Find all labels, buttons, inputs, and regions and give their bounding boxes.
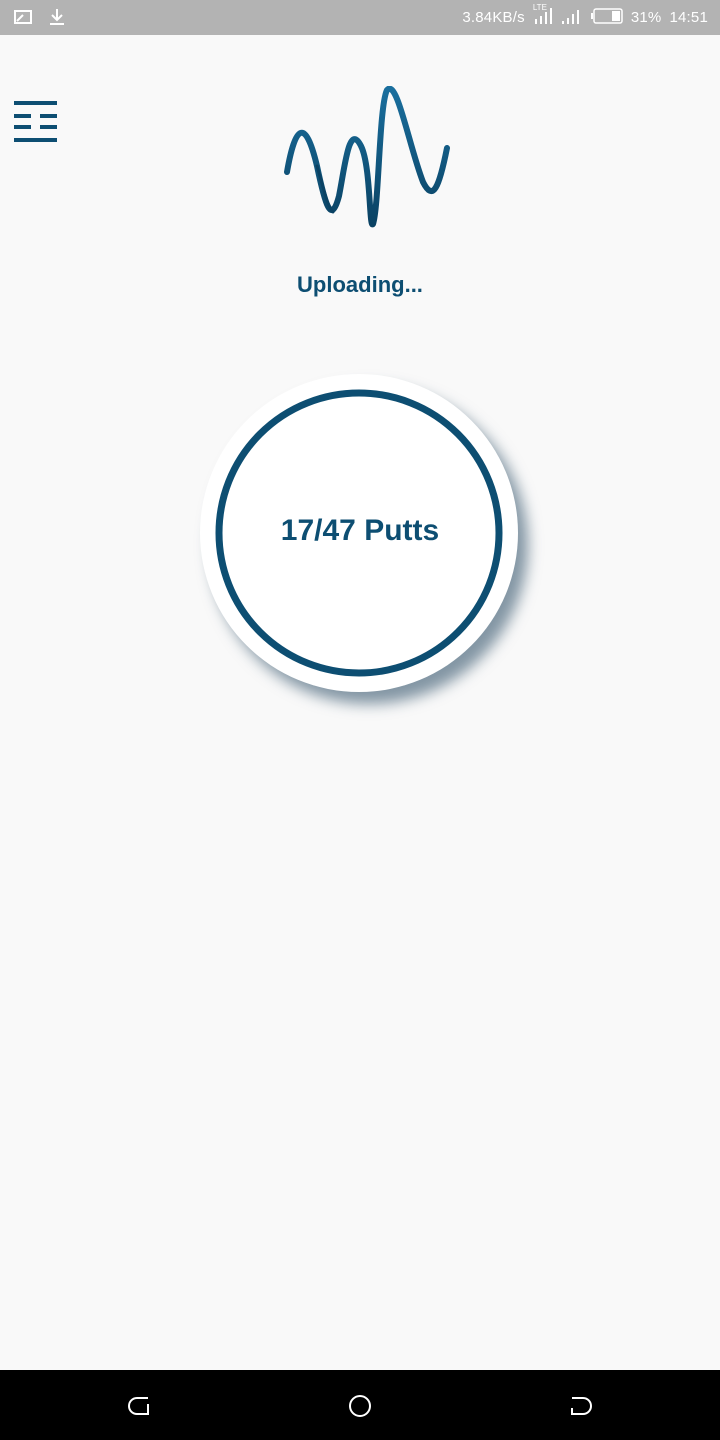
- back-icon: [128, 1397, 149, 1415]
- home-button[interactable]: [346, 1392, 374, 1420]
- back-button[interactable]: [128, 1392, 156, 1420]
- menu-button[interactable]: [14, 101, 58, 145]
- clock: 14:51: [669, 9, 708, 26]
- battery-icon: [590, 7, 623, 28]
- battery-percent: 31%: [630, 9, 662, 26]
- lte-signal-icon: LTE: [532, 2, 553, 30]
- screen-cast-icon: [14, 9, 32, 29]
- system-nav-bar: [0, 1370, 720, 1440]
- signal-icon: [561, 6, 583, 30]
- waveform-logo-icon: [283, 85, 451, 232]
- recents-icon: [571, 1397, 592, 1415]
- status-bar: 3.84KB/s LTE 31% 14:51: [0, 0, 720, 35]
- status-right: 3.84KB/s LTE 31% 14:51: [462, 0, 708, 35]
- upload-progress-circle: 17/47 Putts: [200, 374, 520, 694]
- recents-button[interactable]: [564, 1392, 592, 1420]
- progress-label: 17/47 Putts: [280, 514, 440, 547]
- status-left-icons: [14, 8, 66, 30]
- home-icon: [349, 1395, 371, 1417]
- menu-icon: [14, 101, 57, 142]
- upload-status-text: Uploading...: [297, 272, 423, 297]
- network-speed: 3.84KB/s: [462, 9, 525, 26]
- download-icon: [48, 8, 66, 30]
- network-type-label: LTE: [532, 2, 547, 12]
